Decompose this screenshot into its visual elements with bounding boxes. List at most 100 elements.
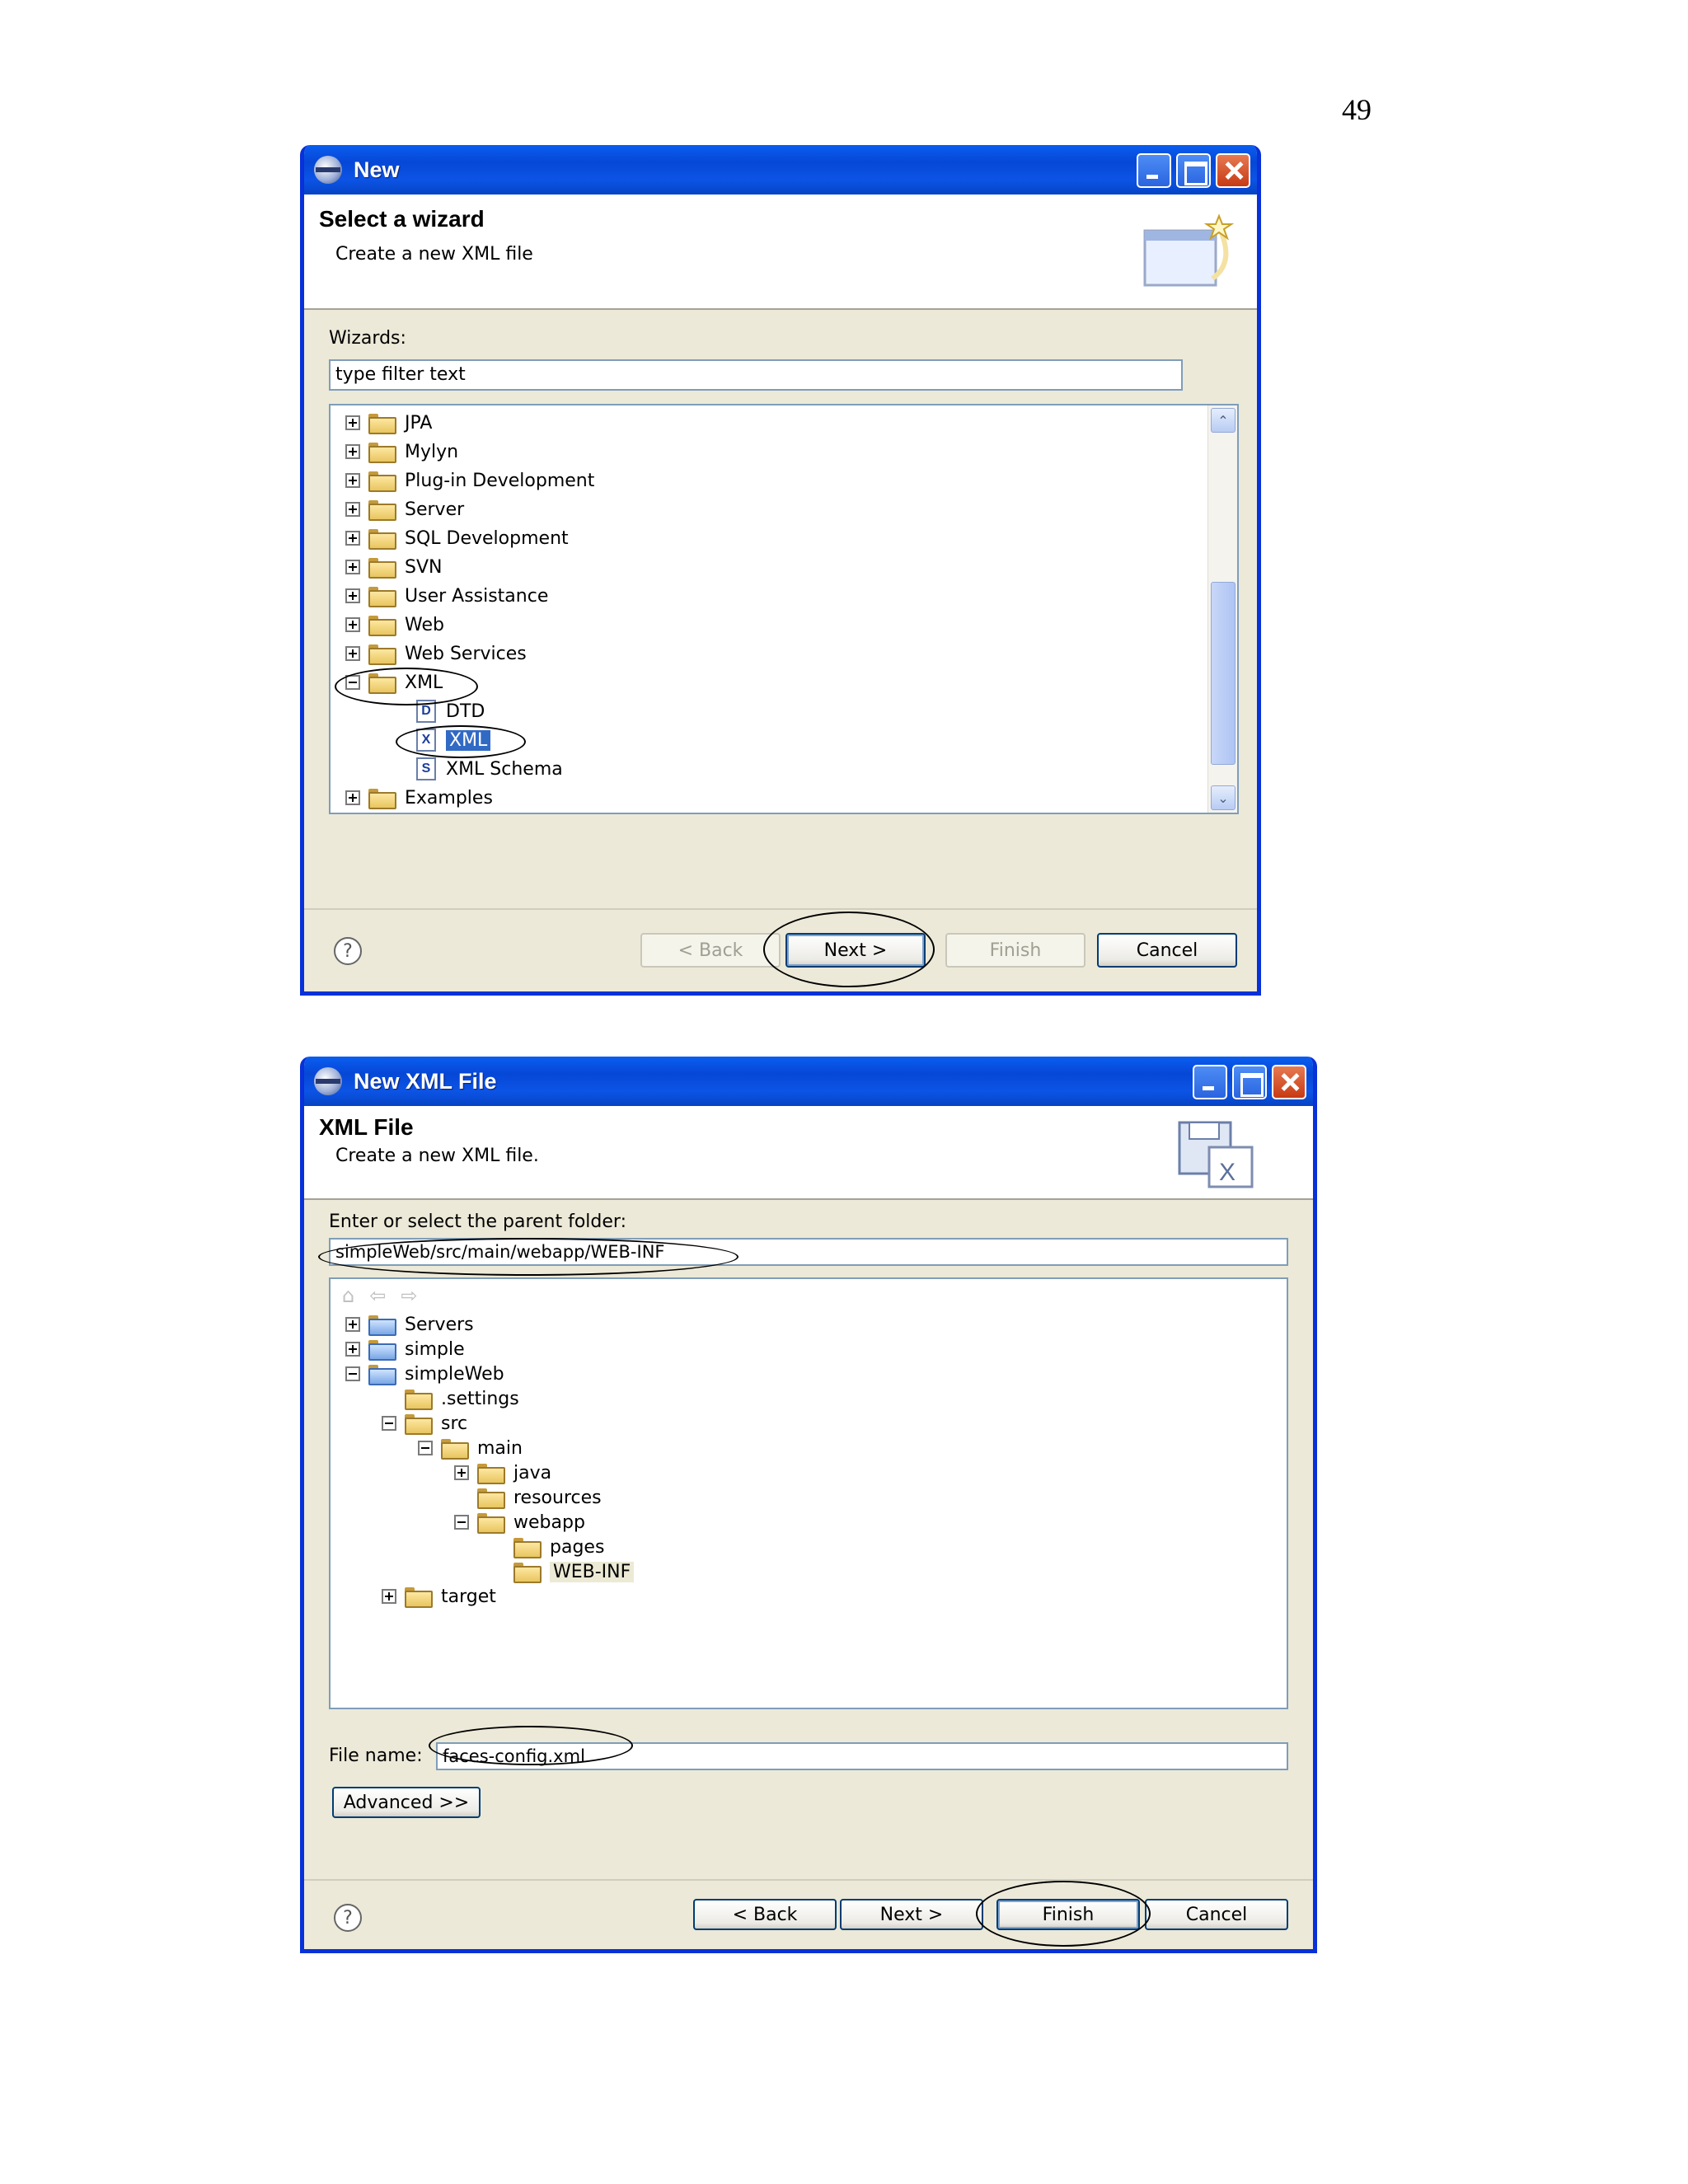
title-bar[interactable]: New XML File — [304, 1057, 1313, 1106]
help-icon[interactable]: ? — [334, 1904, 362, 1932]
file-name-input[interactable]: faces-config.xml — [436, 1742, 1288, 1770]
folder-icon — [477, 1464, 505, 1484]
tree-row[interactable]: Web — [345, 611, 444, 639]
parent-folder-input[interactable]: simpleWeb/src/main/webapp/WEB-INF — [329, 1238, 1288, 1266]
folder-icon — [477, 1513, 505, 1534]
expand-icon[interactable] — [345, 473, 360, 488]
tree-row[interactable]: Server — [345, 495, 464, 523]
tree-row[interactable]: JPA — [345, 409, 432, 437]
tree-row[interactable]: Mylyn — [345, 438, 458, 466]
back-button[interactable]: < Back — [693, 1899, 837, 1930]
scroll-thumb[interactable] — [1211, 582, 1236, 765]
expand-icon[interactable] — [345, 560, 360, 574]
finish-button[interactable]: Finish — [945, 933, 1085, 968]
expand-icon[interactable] — [345, 531, 360, 546]
folder-icon — [368, 414, 396, 434]
folder-icon — [368, 558, 396, 579]
maximize-button[interactable] — [1232, 1065, 1267, 1099]
tree-label: XML Schema — [446, 758, 563, 780]
cancel-button[interactable]: Cancel — [1145, 1899, 1288, 1930]
folder-icon — [513, 1538, 542, 1558]
tree-label-selected: WEB-INF — [550, 1561, 635, 1582]
tree-row[interactable]: src — [382, 1409, 467, 1437]
folder-icon — [368, 471, 396, 492]
expand-icon[interactable] — [345, 444, 360, 459]
window-title: New — [354, 157, 400, 182]
tree-row[interactable]: simpleWeb — [345, 1360, 504, 1388]
folder-icon — [513, 1563, 542, 1583]
tree-row[interactable]: SQL Development — [345, 524, 569, 552]
tree-row[interactable]: pages — [490, 1533, 604, 1561]
expand-icon[interactable] — [382, 1589, 396, 1604]
folder-icon — [368, 587, 396, 607]
minimize-button[interactable] — [1193, 1065, 1227, 1099]
expand-icon[interactable] — [345, 1342, 360, 1357]
minimize-button[interactable] — [1137, 153, 1171, 188]
folder-icon — [405, 1414, 433, 1435]
wizards-label: Wizards: — [329, 328, 406, 349]
tree-row[interactable]: Examples — [345, 784, 493, 812]
tree-row[interactable]: X XML — [416, 726, 491, 754]
scroll-up-icon[interactable]: ⌃ — [1211, 408, 1236, 433]
file-name-label: File name: — [329, 1746, 423, 1766]
maximize-button[interactable] — [1176, 153, 1211, 188]
advanced-button[interactable]: Advanced >> — [332, 1787, 481, 1818]
expand-icon[interactable] — [345, 588, 360, 603]
folder-icon — [368, 644, 396, 665]
title-bar[interactable]: New — [304, 145, 1257, 194]
svg-text:X: X — [1219, 1159, 1236, 1186]
tree-label: SQL Development — [405, 527, 569, 549]
tree-row[interactable]: main — [418, 1434, 523, 1462]
expand-icon[interactable] — [345, 415, 360, 430]
dtd-file-icon: D — [416, 700, 436, 723]
collapse-icon[interactable] — [345, 675, 360, 690]
tree-row[interactable]: Plug-in Development — [345, 466, 594, 494]
cancel-button[interactable]: Cancel — [1097, 933, 1237, 968]
tree-row[interactable]: D DTD — [416, 697, 485, 725]
next-button[interactable]: Next > — [785, 933, 926, 968]
expand-icon[interactable] — [454, 1465, 469, 1480]
tree-row[interactable]: SVN — [345, 553, 442, 581]
tree-row[interactable]: simple — [345, 1335, 465, 1363]
tree-row[interactable]: webapp — [454, 1508, 585, 1536]
tree-row[interactable]: XML — [345, 668, 443, 696]
finish-button[interactable]: Finish — [996, 1899, 1140, 1930]
tree-label: Web Services — [405, 643, 527, 664]
help-icon[interactable]: ? — [334, 937, 362, 965]
filter-input[interactable]: type filter text — [329, 359, 1183, 391]
collapse-icon[interactable] — [345, 1366, 360, 1381]
next-button[interactable]: Next > — [840, 1899, 983, 1930]
close-button[interactable] — [1272, 1065, 1306, 1099]
folder-tree[interactable]: ⌂ ⇦ ⇨ Servers simple simpleWeb .settings… — [329, 1277, 1288, 1709]
tree-row[interactable]: Web Services — [345, 640, 527, 668]
tree-row[interactable]: WEB-INF — [490, 1558, 635, 1586]
expand-icon[interactable] — [345, 1317, 360, 1332]
tree-row[interactable]: Servers — [345, 1310, 474, 1338]
forward-arrow-icon[interactable]: ⇨ — [401, 1284, 417, 1307]
tree-row[interactable]: S XML Schema — [416, 755, 563, 783]
expand-icon[interactable] — [345, 617, 360, 632]
tree-row[interactable]: target — [382, 1582, 496, 1610]
expand-icon[interactable] — [345, 502, 360, 517]
tree-row[interactable]: .settings — [382, 1385, 519, 1413]
tree-row[interactable]: User Assistance — [345, 582, 548, 610]
expand-icon[interactable] — [345, 790, 360, 805]
wizards-tree[interactable]: JPA Mylyn Plug-in Development Server SQL… — [329, 404, 1239, 814]
tree-row[interactable]: java — [454, 1459, 551, 1487]
tree-navigation-bar: ⌂ ⇦ ⇨ — [331, 1279, 1287, 1312]
vertical-scrollbar[interactable]: ⌃ ⌄ — [1207, 405, 1237, 813]
tree-row[interactable]: resources — [454, 1483, 602, 1511]
folder-icon — [368, 789, 396, 809]
collapse-icon[interactable] — [418, 1441, 433, 1455]
tree-label: src — [441, 1413, 468, 1434]
back-button[interactable]: < Back — [640, 933, 781, 968]
collapse-icon[interactable] — [454, 1515, 469, 1530]
tree-label: Web — [405, 614, 444, 635]
home-icon[interactable]: ⌂ — [342, 1284, 354, 1307]
collapse-icon[interactable] — [382, 1416, 396, 1431]
expand-icon[interactable] — [345, 646, 360, 661]
close-button[interactable] — [1216, 153, 1250, 188]
back-arrow-icon[interactable]: ⇦ — [369, 1284, 386, 1307]
project-folder-icon — [368, 1315, 396, 1336]
scroll-down-icon[interactable]: ⌄ — [1211, 785, 1236, 810]
